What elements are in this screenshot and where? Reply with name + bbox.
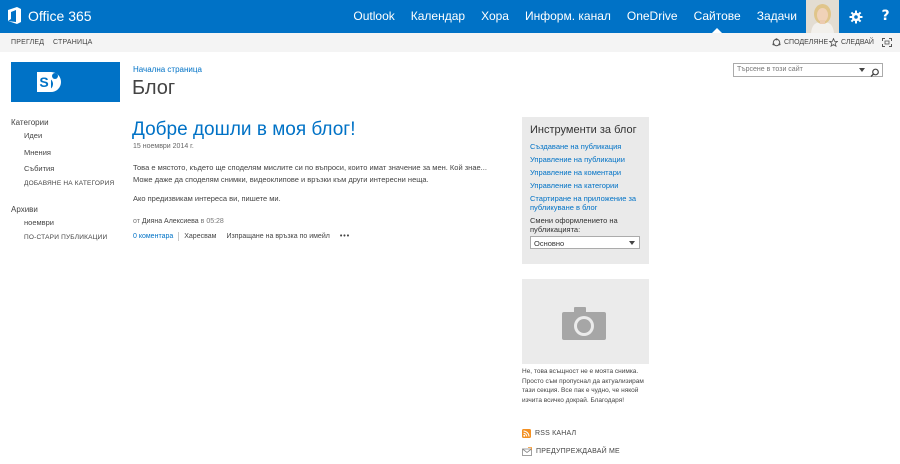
camera-icon [562, 307, 606, 340]
search-scope-dropdown-icon[interactable] [859, 68, 865, 72]
office365-logo[interactable]: Office 365 [6, 7, 92, 24]
category-ideas[interactable]: Идеи [11, 131, 42, 140]
help-icon[interactable]: ? [871, 0, 900, 33]
share-button[interactable]: СПОДЕЛЯНЕ [772, 38, 828, 47]
post-byline: от Дияна Алексиева в 05:28 [133, 218, 224, 225]
archives-heading[interactable]: Архиви [11, 205, 38, 214]
alert-envelope-icon [522, 447, 532, 456]
launch-blogging-app-link[interactable]: Стартиране на приложение за публикуване … [530, 194, 641, 212]
sharepoint-logo-icon: S [37, 72, 61, 92]
user-avatar[interactable] [806, 0, 839, 33]
office-icon [6, 7, 23, 24]
action-divider [178, 232, 180, 241]
nav-outlook[interactable]: Outlook [345, 0, 402, 33]
page-title: Блог [132, 77, 176, 99]
nav-onedrive[interactable]: OneDrive [619, 0, 686, 33]
blog-tools-title: Инструменти за блог [530, 124, 637, 136]
category-opinions[interactable]: Мнения [11, 148, 51, 157]
email-link[interactable]: Изпращане на връзка по имейл [226, 233, 329, 240]
post-actions: 0 коментара Харесвам Изпращане на връзка… [133, 232, 350, 241]
nav-people[interactable]: Хора [473, 0, 517, 33]
post-date: 15 ноември 2014 г. [133, 143, 194, 150]
nav-sites[interactable]: Сайтове [686, 0, 749, 33]
manage-comments-link[interactable]: Управление на коментари [530, 168, 641, 177]
share-icon [772, 38, 781, 47]
layout-label: Смени оформлението на публикацията: [530, 216, 618, 234]
tab-page[interactable]: СТРАНИЦА [53, 39, 93, 46]
add-category-link[interactable]: ДОБАВЯНЕ НА КАТЕГОРИЯ [11, 180, 114, 187]
nav-calendar[interactable]: Календар [403, 0, 473, 33]
suite-bar: Office 365 Outlook Календар Хора Информ.… [0, 0, 900, 33]
rss-label: RSS КАНАЛ [535, 430, 577, 437]
star-icon [829, 38, 838, 47]
follow-label: СЛЕДВАЙ [841, 39, 874, 46]
post-body-second: Ако предизвикам интереса ви, пишете ми. [133, 194, 281, 203]
author-prefix: от [133, 218, 140, 225]
suite-nav: Outlook Календар Хора Информ. канал OneD… [345, 0, 805, 33]
search-icon[interactable] [870, 65, 880, 83]
category-events[interactable]: Събития [11, 164, 54, 173]
settings-gear-icon[interactable] [841, 0, 870, 33]
manage-posts-link[interactable]: Управление на публикации [530, 155, 641, 164]
more-options-icon[interactable]: ••• [340, 233, 350, 240]
layout-select[interactable]: Основно [530, 236, 640, 249]
share-label: СПОДЕЛЯНЕ [784, 39, 829, 46]
nav-tasks[interactable]: Задачи [749, 0, 805, 33]
comments-link[interactable]: 0 коментара [133, 233, 173, 240]
photo-caption: Не, това всъщност не е моята снимка. Про… [522, 368, 644, 404]
nav-newsfeed[interactable]: Информ. канал [517, 0, 619, 33]
blog-tools-panel: Инструменти за блог Създаване на публика… [522, 117, 649, 264]
search-box[interactable]: Търсене в този сайт [733, 63, 883, 77]
time-prefix: в [200, 218, 205, 225]
post-body: Това е мястото, където ще споделям мисли… [133, 163, 487, 184]
categories-heading[interactable]: Категории [11, 118, 49, 127]
search-input[interactable]: Търсене в този сайт [737, 66, 803, 73]
site-logo[interactable]: S [11, 62, 120, 102]
alert-label: ПРЕДУПРЕЖДАВАЙ МЕ [536, 448, 620, 455]
svg-text:S: S [39, 74, 48, 90]
like-link[interactable]: Харесвам [184, 233, 216, 240]
tab-browse[interactable]: ПРЕГЛЕД [11, 39, 44, 46]
app-name: Office 365 [28, 7, 92, 24]
post-title[interactable]: Добре дошли в моя блог! [132, 119, 356, 141]
post-time: 05:28 [206, 218, 224, 225]
focus-icon [882, 38, 892, 47]
layout-select-value: Основно [534, 239, 565, 248]
focus-content-button[interactable] [882, 38, 895, 47]
archive-november[interactable]: ноември [11, 218, 54, 227]
older-posts-link[interactable]: ПО-СТАРИ ПУБЛИКАЦИИ [11, 234, 107, 241]
ribbon: ПРЕГЛЕД СТРАНИЦА СПОДЕЛЯНЕ СЛЕДВАЙ [0, 33, 900, 52]
rss-feed-link[interactable]: RSS КАНАЛ [522, 429, 576, 438]
follow-button[interactable]: СЛЕДВАЙ [829, 38, 874, 47]
chevron-down-icon [629, 241, 635, 245]
create-post-link[interactable]: Създаване на публикация [530, 142, 641, 151]
breadcrumb-home[interactable]: Начална страница [133, 65, 202, 74]
manage-categories-link[interactable]: Управление на категории [530, 181, 641, 190]
alert-me-link[interactable]: ПРЕДУПРЕЖДАВАЙ МЕ [522, 447, 620, 456]
author-name[interactable]: Дияна Алексиева [142, 218, 199, 225]
photo-placeholder [522, 279, 649, 364]
rss-icon [522, 429, 531, 438]
